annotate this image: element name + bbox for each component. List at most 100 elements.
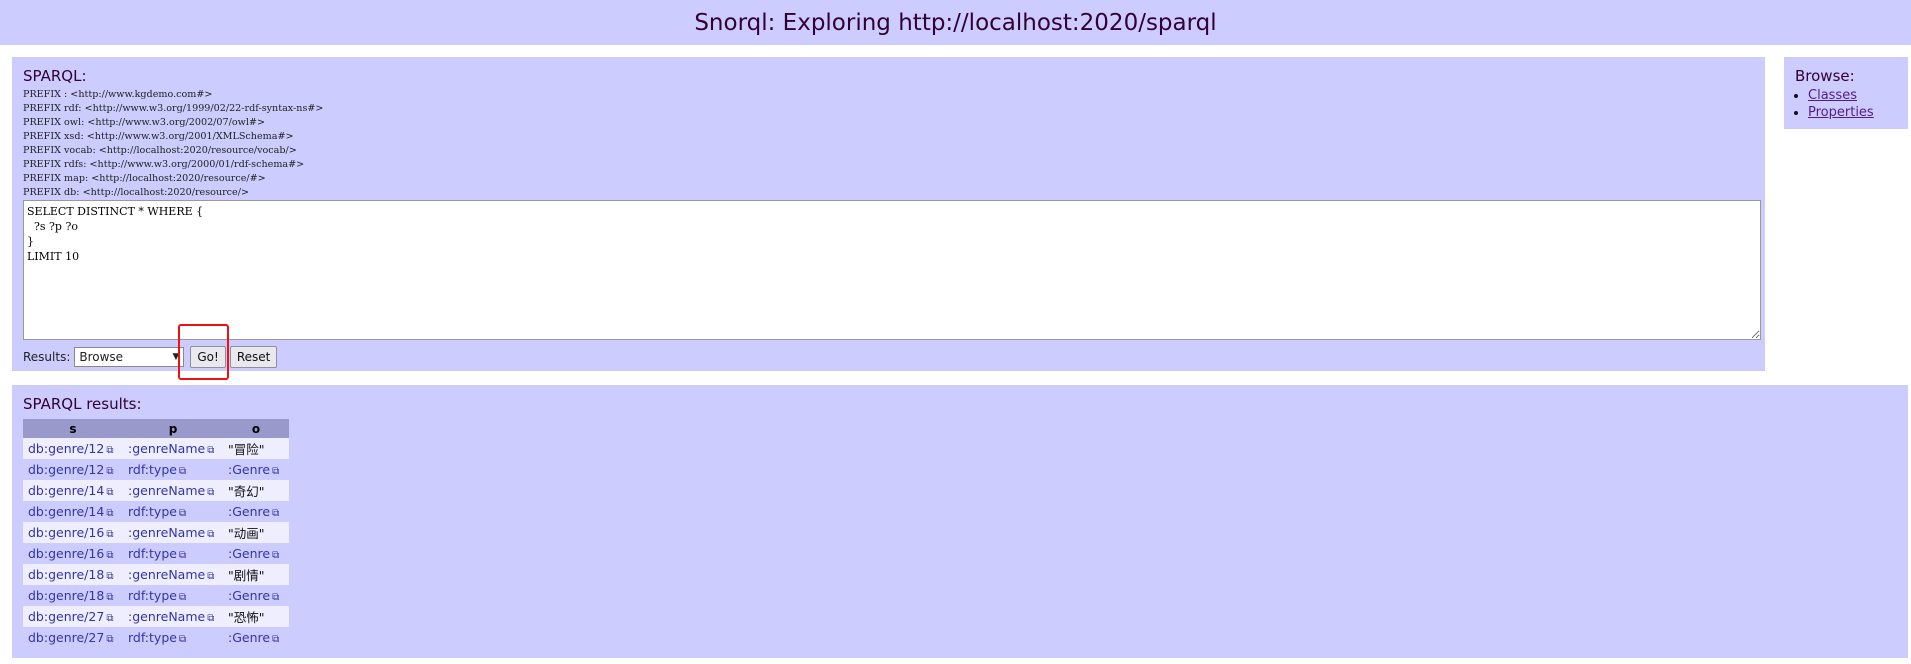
external-link-icon[interactable]: ⧉ [207, 571, 214, 582]
cell-p-link[interactable]: rdf:type [128, 588, 177, 603]
go-button[interactable]: Go! [190, 346, 226, 368]
table-row: db:genre/27 ⧉ rdf:type ⧉:Genre ⧉ [23, 627, 289, 648]
cell-s: db:genre/27 ⧉ [23, 606, 123, 627]
cell-p: :genreName ⧉ [123, 438, 223, 459]
cell-s: db:genre/18 ⧉ [23, 585, 123, 606]
external-link-icon[interactable]: ⧉ [179, 550, 186, 561]
external-link-icon[interactable]: ⧉ [179, 466, 186, 477]
cell-s: db:genre/16 ⧉ [23, 543, 123, 564]
table-row: db:genre/16 ⧉ rdf:type ⧉:Genre ⧉ [23, 543, 289, 564]
external-link-icon[interactable]: ⧉ [106, 592, 113, 603]
page-title: Snorql: Exploring http://localhost:2020/… [694, 9, 1217, 36]
reset-button[interactable]: Reset [229, 346, 278, 368]
cell-s: db:genre/16 ⧉ [23, 522, 123, 543]
results-title: SPARQL results: [23, 395, 142, 413]
prefix-line: PREFIX db: <http://localhost:2020/resour… [23, 187, 250, 198]
external-link-icon[interactable]: ⧉ [207, 613, 214, 624]
cell-s-link[interactable]: db:genre/27 [28, 609, 104, 624]
external-link-icon[interactable]: ⧉ [179, 592, 186, 603]
cell-p-link[interactable]: :genreName [128, 609, 205, 624]
cell-s: db:genre/12 ⧉ [23, 459, 123, 480]
query-textarea[interactable]: SELECT DISTINCT * WHERE { ?s ?p ?o } LIM… [23, 200, 1761, 340]
external-link-icon[interactable]: ⧉ [106, 466, 113, 477]
browse-link-classes[interactable]: Classes [1808, 88, 1857, 103]
cell-s-link[interactable]: db:genre/14 [28, 483, 104, 498]
external-link-icon[interactable]: ⧉ [106, 571, 113, 582]
cell-s-link[interactable]: db:genre/16 [28, 546, 104, 561]
cell-o-link[interactable]: :Genre [228, 630, 270, 645]
external-link-icon[interactable]: ⧉ [272, 466, 279, 477]
cell-o: :Genre ⧉ [223, 627, 289, 648]
results-table: s p o db:genre/12 ⧉:genreName ⧉ "冒险" db:genr… [23, 419, 289, 648]
browse-link-properties[interactable]: Properties [1808, 105, 1874, 120]
cell-p-link[interactable]: rdf:type [128, 546, 177, 561]
external-link-icon[interactable]: ⧉ [272, 508, 279, 519]
external-link-icon[interactable]: ⧉ [207, 487, 214, 498]
cell-p-link[interactable]: rdf:type [128, 504, 177, 519]
cell-o-literal: "奇幻" [223, 480, 289, 501]
external-link-icon[interactable]: ⧉ [272, 634, 279, 645]
cell-p: rdf:type ⧉ [123, 501, 223, 522]
browse-list: Classes Properties [1796, 87, 1874, 121]
cell-o-literal: "恐怖" [223, 606, 289, 627]
external-link-icon[interactable]: ⧉ [272, 550, 279, 561]
cell-o: :Genre ⧉ [223, 585, 289, 606]
prefix-line: PREFIX rdf: <http://www.w3.org/1999/02/2… [23, 103, 324, 114]
cell-o-link[interactable]: :Genre [228, 504, 270, 519]
results-body: db:genre/12 ⧉:genreName ⧉ "冒险" db:genre/12 ⧉ r… [23, 438, 289, 648]
external-link-icon[interactable]: ⧉ [179, 634, 186, 645]
cell-o-literal: "冒险" [223, 438, 289, 459]
cell-p: rdf:type ⧉ [123, 585, 223, 606]
cell-o-link[interactable]: :Genre [228, 588, 270, 603]
cell-o-literal: "剧情" [223, 564, 289, 585]
external-link-icon[interactable]: ⧉ [106, 445, 113, 456]
cell-p-link[interactable]: rdf:type [128, 462, 177, 477]
cell-p: :genreName ⧉ [123, 480, 223, 501]
cell-s: db:genre/18 ⧉ [23, 564, 123, 585]
dropdown-arrow-icon: ▼ [172, 352, 180, 362]
external-link-icon[interactable]: ⧉ [106, 550, 113, 561]
cell-s: db:genre/27 ⧉ [23, 627, 123, 648]
table-row: db:genre/16 ⧉:genreName ⧉ "动画" [23, 522, 289, 543]
cell-p-link[interactable]: :genreName [128, 483, 205, 498]
browse-item-classes: Classes [1808, 87, 1874, 104]
table-row: db:genre/14 ⧉ rdf:type ⧉:Genre ⧉ [23, 501, 289, 522]
cell-o: :Genre ⧉ [223, 501, 289, 522]
cell-o-link[interactable]: :Genre [228, 462, 270, 477]
prefix-line: PREFIX xsd: <http://www.w3.org/2001/XMLS… [23, 131, 294, 142]
external-link-icon[interactable]: ⧉ [272, 592, 279, 603]
prefix-line: PREFIX owl: <http://www.w3.org/2002/07/o… [23, 117, 265, 128]
cell-s-link[interactable]: db:genre/14 [28, 504, 104, 519]
cell-s-link[interactable]: db:genre/16 [28, 525, 104, 540]
cell-o-link[interactable]: :Genre [228, 546, 270, 561]
external-link-icon[interactable]: ⧉ [207, 529, 214, 540]
cell-s-link[interactable]: db:genre/12 [28, 441, 104, 456]
table-row: db:genre/18 ⧉ rdf:type ⧉:Genre ⧉ [23, 585, 289, 606]
prefix-line: PREFIX vocab: <http://localhost:2020/res… [23, 145, 297, 156]
cell-s: db:genre/14 ⧉ [23, 501, 123, 522]
results-format-select[interactable]: Browse ▼ [74, 347, 185, 367]
table-row: db:genre/12 ⧉:genreName ⧉ "冒险" [23, 438, 289, 459]
browse-panel: Browse: Classes Properties [1784, 57, 1908, 129]
external-link-icon[interactable]: ⧉ [106, 529, 113, 540]
prefix-list: PREFIX : <http://www.kgdemo.com#> PREFIX… [23, 88, 323, 200]
page-header: Snorql: Exploring http://localhost:2020/… [0, 0, 1911, 45]
external-link-icon[interactable]: ⧉ [106, 508, 113, 519]
cell-s-link[interactable]: db:genre/27 [28, 630, 104, 645]
cell-s-link[interactable]: db:genre/12 [28, 462, 104, 477]
external-link-icon[interactable]: ⧉ [106, 634, 113, 645]
browse-item-properties: Properties [1808, 104, 1874, 121]
external-link-icon[interactable]: ⧉ [106, 487, 113, 498]
cell-p-link[interactable]: rdf:type [128, 630, 177, 645]
cell-p-link[interactable]: :genreName [128, 525, 205, 540]
cell-p-link[interactable]: :genreName [128, 567, 205, 582]
table-row: db:genre/14 ⧉:genreName ⧉ "奇幻" [23, 480, 289, 501]
cell-s-link[interactable]: db:genre/18 [28, 567, 104, 582]
cell-p: :genreName ⧉ [123, 564, 223, 585]
external-link-icon[interactable]: ⧉ [106, 613, 113, 624]
external-link-icon[interactable]: ⧉ [179, 508, 186, 519]
external-link-icon[interactable]: ⧉ [207, 445, 214, 456]
cell-s-link[interactable]: db:genre/18 [28, 588, 104, 603]
cell-p-link[interactable]: :genreName [128, 441, 205, 456]
results-header-row: s p o [23, 419, 289, 438]
